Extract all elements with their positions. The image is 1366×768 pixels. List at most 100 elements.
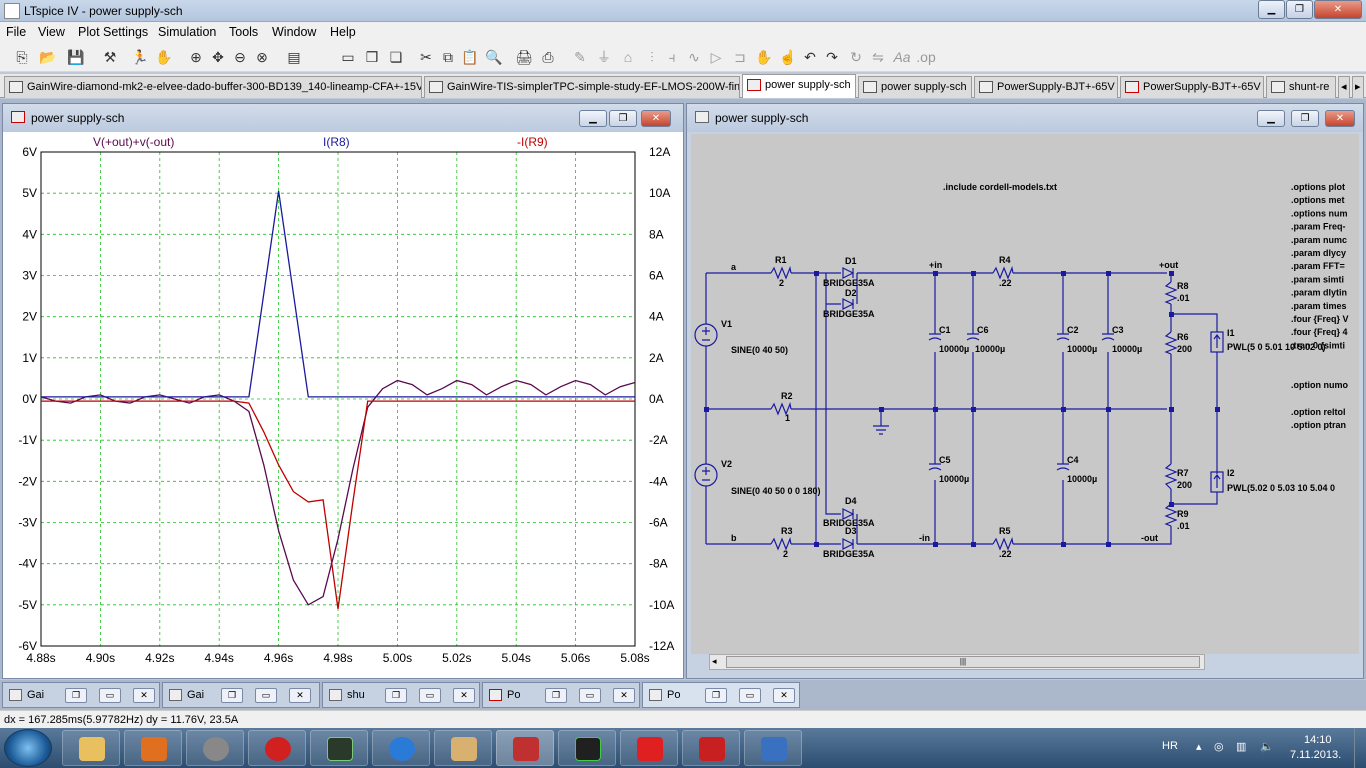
volume-icon[interactable]: 🔈 — [1260, 740, 1274, 753]
control-panel-icon[interactable]: ⚒ — [100, 47, 120, 67]
oscilloscope-task[interactable] — [310, 730, 368, 766]
close-button[interactable]: ✕ — [1314, 0, 1362, 19]
schematic-minimize-button[interactable]: ▁ — [1257, 110, 1285, 127]
print-preview-icon[interactable]: 🖨 — [514, 47, 534, 67]
zoom-fit-icon[interactable]: ⊗ — [252, 47, 272, 67]
capacitor-icon[interactable]: ⫞ — [662, 47, 682, 67]
open-icon[interactable]: 📂 — [38, 47, 58, 67]
menu-simulation[interactable]: Simulation — [158, 25, 216, 39]
drag-icon[interactable]: ☝ — [778, 47, 798, 67]
tab-power-supply-plot[interactable]: power supply-sch — [742, 74, 856, 98]
menu-view[interactable]: View — [38, 25, 65, 39]
save-icon[interactable]: 💾 — [66, 47, 86, 67]
tab-gainwire-diamond[interactable]: GainWire-diamond-mk2-e-elvee-dado-buffer… — [4, 76, 422, 98]
inductor-icon[interactable]: ∿ — [684, 47, 704, 67]
menu-file[interactable]: File — [6, 25, 26, 39]
schematic-restore-button[interactable]: ❐ — [1291, 110, 1319, 127]
clock-date[interactable]: 7.11.2013. — [1290, 749, 1341, 761]
maximize-icon[interactable]: ▭ — [419, 688, 441, 703]
minimize-button[interactable]: ▁ — [1258, 0, 1285, 19]
writer-task[interactable] — [744, 730, 802, 766]
print-icon[interactable]: ⎙ — [538, 47, 558, 67]
maximize-icon[interactable]: ▭ — [99, 688, 121, 703]
component-icon[interactable]: ⊐ — [730, 47, 750, 67]
ie-task[interactable] — [372, 730, 430, 766]
cut-icon[interactable]: ✂ — [416, 47, 436, 67]
minimized-window-3[interactable]: shu ❐ ▭ ✕ — [322, 682, 480, 708]
ltspice-task[interactable] — [496, 730, 554, 766]
tab-powersupply-bjt-sch[interactable]: PowerSupply-BJT+-65V — [974, 76, 1118, 98]
tab-scroll-right[interactable]: ▸ — [1352, 76, 1364, 98]
tab-powersupply-bjt-plot[interactable]: PowerSupply-BJT+-65V — [1120, 76, 1264, 98]
close-icon[interactable]: ✕ — [773, 688, 795, 703]
rotate-icon[interactable]: ↻ — [846, 47, 866, 67]
mirror-icon[interactable]: ⇋ — [868, 47, 888, 67]
schematic-window-titlebar[interactable]: power supply-sch ▁ ❐ ✕ — [687, 104, 1363, 132]
close-icon[interactable]: ✕ — [289, 688, 311, 703]
restore-icon[interactable]: ❐ — [385, 688, 407, 703]
tab-shunt[interactable]: shunt-re — [1266, 76, 1336, 98]
start-button[interactable] — [4, 729, 52, 767]
language-indicator[interactable]: HR — [1162, 740, 1178, 752]
scroll-thumb[interactable]: ||| — [726, 656, 1200, 668]
close-icon[interactable]: ✕ — [453, 688, 475, 703]
schematic-close-button[interactable]: ✕ — [1325, 110, 1355, 127]
network-icon[interactable]: ▥ — [1236, 740, 1246, 753]
tile-horizontal-icon[interactable]: ▭ — [338, 47, 358, 67]
plot-minimize-button[interactable]: ▁ — [579, 110, 607, 127]
cascade-icon[interactable]: ❒ — [362, 47, 382, 67]
show-desktop-button[interactable] — [1354, 728, 1366, 768]
text-icon[interactable]: Aa — [892, 47, 912, 67]
autorange-icon[interactable]: ▤ — [284, 47, 304, 67]
schematic-canvas[interactable]: .include cordell-models.txt a b +in -in … — [691, 134, 1359, 654]
simulator-task[interactable] — [558, 730, 616, 766]
paste-icon[interactable]: 📋 — [460, 47, 480, 67]
ground-icon[interactable]: ⏚ — [594, 47, 614, 67]
tab-scroll-left[interactable]: ◂ — [1338, 76, 1350, 98]
security-task[interactable] — [124, 730, 182, 766]
explorer-task[interactable] — [62, 730, 120, 766]
restore-icon[interactable]: ❐ — [65, 688, 87, 703]
tab-gainwire-tis[interactable]: GainWire-TIS-simplerTPC-simple-study-EF-… — [424, 76, 740, 98]
pdf-task[interactable] — [682, 730, 740, 766]
minimized-window-4[interactable]: Po ❐ ▭ ✕ — [482, 682, 640, 708]
tab-power-supply-sch[interactable]: power supply-sch — [858, 76, 972, 98]
minimized-window-5[interactable]: Po ❐ ▭ ✕ — [642, 682, 800, 708]
undo-icon[interactable]: ↶ — [800, 47, 820, 67]
tray-app-icon[interactable]: ◎ — [1214, 740, 1224, 753]
pan-icon[interactable]: ✥ — [208, 47, 228, 67]
new-schematic-icon[interactable]: ⎘ — [12, 47, 32, 67]
menu-window[interactable]: Window — [272, 25, 316, 39]
scroll-left-arrow[interactable]: ◂ — [712, 656, 724, 668]
spice-directive-icon[interactable]: .op — [916, 47, 936, 67]
resistor-icon[interactable]: ⫶ — [642, 47, 662, 67]
menu-plot-settings[interactable]: Plot Settings — [78, 25, 148, 39]
wire-icon[interactable]: ✎ — [570, 47, 590, 67]
label-net-icon[interactable]: ⌂ — [618, 47, 638, 67]
horizontal-scrollbar[interactable]: ◂ ||| — [709, 654, 1205, 670]
plot-window-titlebar[interactable]: power supply-sch ▁ ❐ ✕ — [3, 104, 683, 132]
halt-icon[interactable]: ✋ — [154, 47, 174, 67]
restore-button[interactable]: ❐ — [1286, 0, 1313, 19]
maximize-icon[interactable]: ▭ — [579, 688, 601, 703]
move-icon[interactable]: ✋ — [754, 47, 774, 67]
close-icon[interactable]: ✕ — [613, 688, 635, 703]
zoom-out-icon[interactable]: ⊖ — [230, 47, 250, 67]
maximize-icon[interactable]: ▭ — [739, 688, 761, 703]
menu-help[interactable]: Help — [330, 25, 356, 39]
maximize-icon[interactable]: ▭ — [255, 688, 277, 703]
menu-tools[interactable]: Tools — [229, 25, 258, 39]
minimized-window-1[interactable]: Gai ❐ ▭ ✕ — [2, 682, 160, 708]
copy-icon[interactable]: ⧉ — [438, 47, 458, 67]
plot-close-button[interactable]: ✕ — [641, 110, 671, 127]
minimized-window-2[interactable]: Gai ❐ ▭ ✕ — [162, 682, 320, 708]
close-icon[interactable]: ✕ — [133, 688, 155, 703]
plot-restore-button[interactable]: ❐ — [609, 110, 637, 127]
clock-time[interactable]: 14:10 — [1304, 734, 1332, 746]
restore-icon[interactable]: ❐ — [705, 688, 727, 703]
restore-icon[interactable]: ❐ — [545, 688, 567, 703]
find-icon[interactable]: 🔍 — [484, 47, 504, 67]
zoom-in-icon[interactable]: ⊕ — [186, 47, 206, 67]
diode-icon[interactable]: ▷ — [706, 47, 726, 67]
restore-icon[interactable]: ❐ — [221, 688, 243, 703]
